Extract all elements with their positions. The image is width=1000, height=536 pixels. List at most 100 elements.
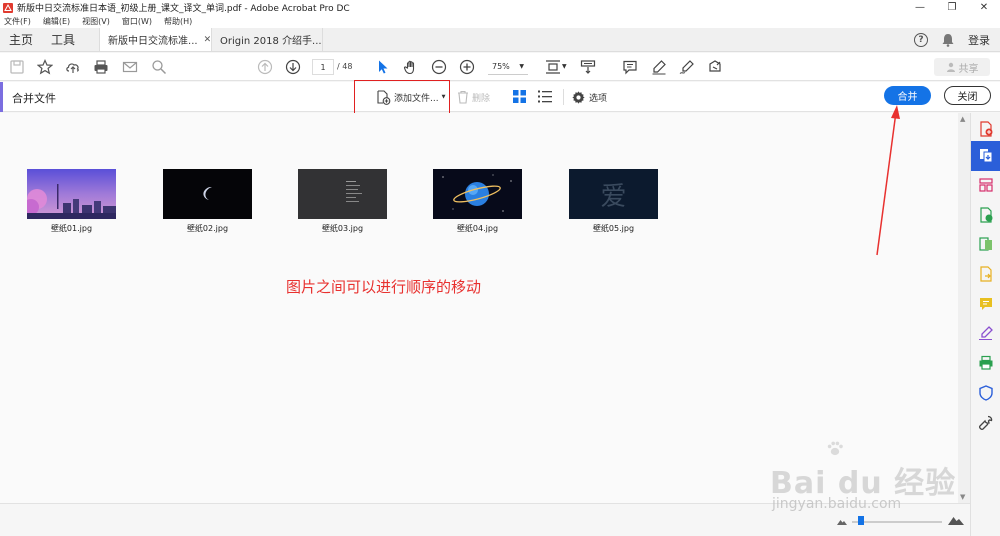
- title-bar: 新版中日交流标准日本语_初级上册_课文_译文_单词.pdf - Adobe Ac…: [0, 0, 1000, 15]
- bell-icon[interactable]: [942, 33, 954, 47]
- wallpaper-02-image: [163, 169, 252, 219]
- fill-and-sign-icon[interactable]: [976, 323, 996, 343]
- more-tools-wrench-icon[interactable]: [976, 413, 996, 433]
- file-name: 壁纸05.jpg: [592, 224, 635, 233]
- tab-document-2[interactable]: Origin 2018 介绍手...: [211, 28, 324, 51]
- star-icon[interactable]: [36, 58, 54, 76]
- file-thumbnail[interactable]: 爱 壁纸05.jpg: [569, 169, 658, 234]
- close-tool-button[interactable]: 关闭: [944, 86, 991, 105]
- highlight-pen-icon[interactable]: [650, 58, 668, 76]
- tab-tools[interactable]: 工具: [42, 28, 99, 51]
- share-button[interactable]: 共享: [934, 58, 990, 76]
- zoom-small-thumb-icon[interactable]: [837, 518, 847, 525]
- protect-shield-icon[interactable]: [976, 383, 996, 403]
- export-pdf-icon[interactable]: [976, 234, 996, 254]
- acrobat-window: 新版中日交流标准日本语_初级上册_课文_译文_单词.pdf - Adobe Ac…: [0, 0, 1000, 536]
- thumbnail-size-slider[interactable]: [852, 521, 942, 523]
- delete-button[interactable]: 删除: [457, 88, 490, 106]
- tab-document-2-label: Origin 2018 介绍手...: [220, 36, 322, 47]
- restore-icon[interactable]: ❐: [936, 0, 968, 15]
- grid-view-icon[interactable]: [513, 90, 526, 103]
- next-page-icon[interactable]: [284, 58, 302, 76]
- merge-button[interactable]: 合并: [884, 86, 931, 105]
- trash-icon: [458, 90, 468, 104]
- scroll-mode-icon[interactable]: [579, 58, 597, 76]
- organize-pages-icon[interactable]: [976, 175, 996, 195]
- cloud-upload-icon[interactable]: [64, 58, 82, 76]
- file-thumbnail[interactable]: 壁纸01.jpg: [27, 169, 116, 234]
- scroll-down-icon[interactable]: ▼: [960, 493, 965, 501]
- page-total: / 48: [337, 62, 353, 71]
- print-production-icon[interactable]: [976, 353, 996, 373]
- menu-file[interactable]: 文件(F): [4, 16, 31, 27]
- menu-view[interactable]: 视图(V): [82, 16, 110, 27]
- menu-window[interactable]: 窗口(W): [122, 16, 152, 27]
- file-name: 壁纸01.jpg: [50, 224, 93, 233]
- toolbar-divider: [563, 89, 564, 105]
- window-title: 新版中日交流标准日本语_初级上册_课文_译文_单词.pdf - Adobe Ac…: [17, 4, 350, 14]
- print-icon[interactable]: [92, 58, 110, 76]
- menu-edit[interactable]: 编辑(E): [43, 16, 70, 27]
- create-pdf-icon[interactable]: [976, 119, 996, 139]
- file-grid: 壁纸01.jpg 壁纸02.jpg 壁纸03.jpg 壁纸04.jpg 爱 壁纸…: [0, 113, 958, 503]
- acrobat-app-icon: [3, 2, 13, 13]
- edit-pdf-icon[interactable]: [976, 205, 996, 225]
- file-name: 壁纸02.jpg: [186, 224, 229, 233]
- file-thumbnail[interactable]: 壁纸03.jpg: [298, 169, 387, 234]
- email-icon[interactable]: [121, 58, 139, 76]
- close-window-icon[interactable]: ✕: [968, 0, 1000, 15]
- main-toolbar: 1 / 48 75% ▼ ▼ 共享: [0, 53, 1000, 81]
- save-icon[interactable]: [8, 58, 26, 76]
- combine-toolbar: 合并文件 添加文件... ▼ 删除 选项: [0, 82, 1000, 112]
- tab-bar: 主页 工具 新版中日交流标准... ✕ Origin 2018 介绍手... ?…: [0, 28, 1000, 52]
- options-label: 选项: [589, 93, 608, 104]
- close-tab-icon[interactable]: ✕: [204, 35, 211, 45]
- options-button[interactable]: 选项: [572, 88, 607, 106]
- fit-page-chevron-icon[interactable]: ▼: [562, 63, 567, 70]
- tabbar-right: ? 登录: [914, 28, 990, 52]
- select-cursor-icon[interactable]: [374, 58, 392, 76]
- tab-document-1[interactable]: 新版中日交流标准... ✕: [99, 28, 212, 51]
- login-button[interactable]: 登录: [968, 32, 990, 48]
- zoom-large-thumb-icon[interactable]: [948, 515, 964, 525]
- page-number-input[interactable]: 1: [312, 59, 334, 75]
- file-thumbnail[interactable]: 壁纸02.jpg: [163, 169, 252, 234]
- scroll-up-icon[interactable]: ▲: [960, 115, 965, 123]
- help-icon[interactable]: ?: [914, 33, 928, 47]
- zoom-level-select[interactable]: 75% ▼: [488, 59, 528, 75]
- delete-label: 删除: [472, 93, 491, 104]
- tab-document-1-label: 新版中日交流标准...: [108, 36, 198, 47]
- menu-help[interactable]: 帮助(H): [164, 16, 192, 27]
- zoom-level-value: 75%: [492, 62, 510, 71]
- combine-files-icon[interactable]: [971, 141, 1000, 171]
- prev-page-icon[interactable]: [256, 58, 274, 76]
- list-view-icon[interactable]: [538, 90, 552, 103]
- export-file-icon[interactable]: [976, 264, 996, 284]
- hand-tool-icon[interactable]: [402, 58, 420, 76]
- minimize-icon[interactable]: —: [904, 0, 936, 15]
- comment-icon[interactable]: [621, 58, 639, 76]
- watermark-url: jingyan.baidu.com: [772, 496, 902, 512]
- zoom-in-icon[interactable]: [458, 58, 476, 76]
- tab-home[interactable]: 主页: [0, 28, 42, 51]
- sign-pen-icon[interactable]: [678, 58, 696, 76]
- wallpaper-05-glyph: 爱: [600, 181, 627, 212]
- combine-title: 合并文件: [12, 92, 56, 105]
- wallpaper-04-image: [433, 169, 522, 219]
- wallpaper-05-image: 爱: [569, 169, 658, 219]
- zoom-out-icon[interactable]: [430, 58, 448, 76]
- fit-page-icon[interactable]: [544, 58, 562, 76]
- wallpaper-01-image: [27, 169, 116, 219]
- file-name: 壁纸03.jpg: [321, 224, 364, 233]
- menu-bar: 文件(F) 编辑(E) 视图(V) 窗口(W) 帮助(H): [0, 15, 1000, 28]
- window-controls: — ❐ ✕: [904, 0, 1000, 15]
- fill-sign-icon[interactable]: [706, 58, 724, 76]
- tool-accent-bar: [0, 82, 3, 112]
- slider-handle[interactable]: [858, 516, 864, 525]
- share-label: 共享: [958, 63, 979, 75]
- comment-tool-icon[interactable]: [976, 294, 996, 314]
- search-icon[interactable]: [150, 58, 168, 76]
- right-tools-panel: [970, 113, 1000, 536]
- file-thumbnail[interactable]: 壁纸04.jpg: [433, 169, 522, 234]
- vertical-scrollbar[interactable]: ▲ ▼: [958, 113, 970, 503]
